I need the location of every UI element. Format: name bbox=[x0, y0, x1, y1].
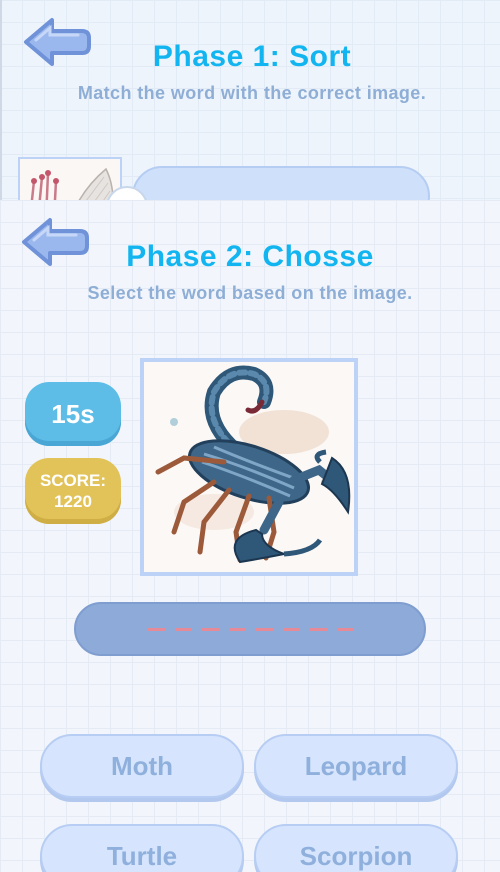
scorpion-illustration-icon bbox=[155, 365, 351, 564]
phase1-subtitle: Match the word with the correct image. bbox=[77, 83, 427, 103]
answer-input-bar[interactable] bbox=[74, 602, 426, 656]
option-button-turtle[interactable]: Turtle bbox=[40, 824, 244, 872]
phase1-title: Phase 1: Sort bbox=[152, 40, 352, 73]
option-button-moth[interactable]: Moth bbox=[40, 734, 244, 798]
phase2-subtitle: Select the word based on the image. bbox=[87, 283, 413, 303]
phase1-word-slot[interactable] bbox=[132, 166, 430, 200]
score-badge: SCORE: 1220 bbox=[25, 458, 121, 524]
timer-badge: 15s bbox=[25, 382, 121, 446]
phase2-title: Phase 2: Chosse bbox=[126, 240, 374, 273]
question-image bbox=[140, 358, 358, 576]
creature-thumbnail-icon bbox=[30, 167, 114, 200]
letter-blanks bbox=[148, 628, 358, 632]
option-button-scorpion[interactable]: Scorpion bbox=[254, 824, 458, 872]
phase1-image-card[interactable] bbox=[18, 157, 122, 200]
score-value: 1220 bbox=[54, 492, 92, 511]
score-label: SCORE: bbox=[39, 471, 107, 490]
phase2-panel: Phase 2: Chosse Select the word based on… bbox=[0, 200, 500, 872]
option-button-leopard[interactable]: Leopard bbox=[254, 734, 458, 798]
phase1-panel: Phase 1: Sort Match the word with the co… bbox=[0, 0, 500, 200]
